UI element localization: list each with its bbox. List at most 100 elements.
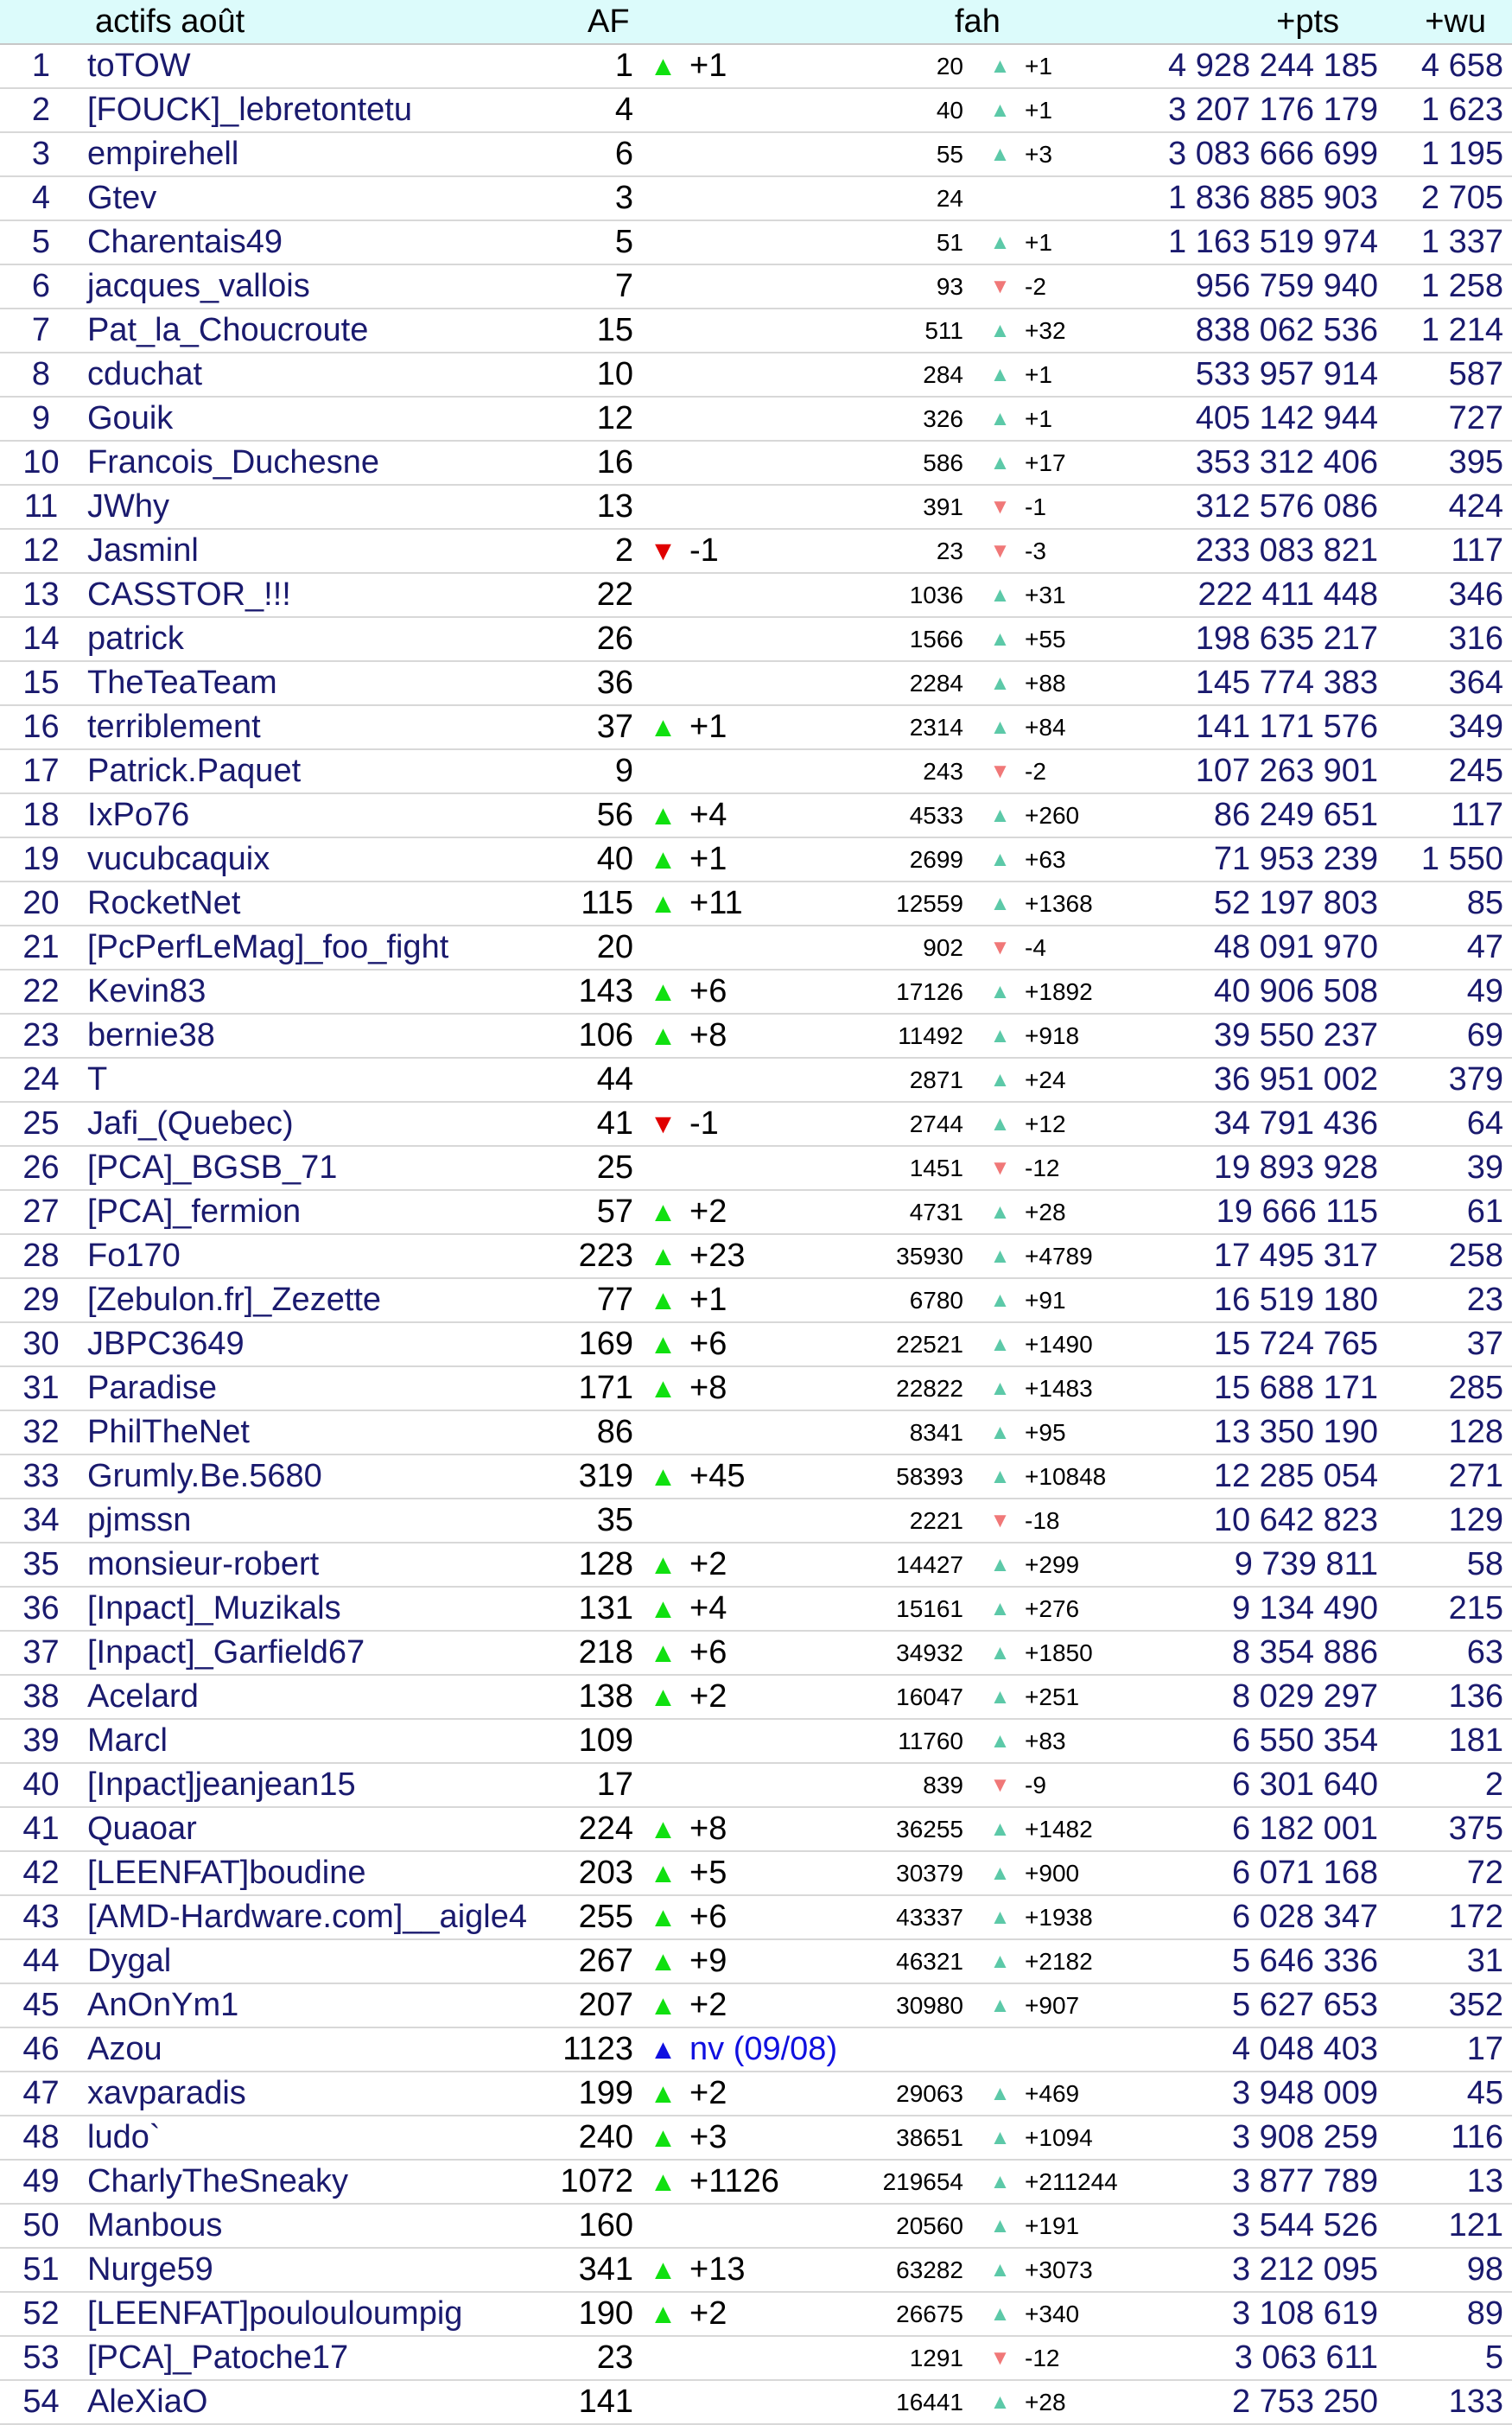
member-name-link[interactable]: Grumly.Be.5680 <box>82 1454 536 1499</box>
member-name-link[interactable]: terriblement <box>82 705 536 750</box>
table-row[interactable]: 2 [FOUCK]_lebretontetu 4 40 ▲ +1 3 207 176 179… <box>0 88 1512 133</box>
member-name-link[interactable]: jacques_vallois <box>82 264 536 309</box>
table-row[interactable]: 26 [PCA]_BGSB_71 25 1451 ▼ -12 19 893 928 39 <box>0 1146 1512 1191</box>
member-name-link[interactable]: CASSTOR_!!! <box>82 573 536 618</box>
member-name-link[interactable]: TheTeaTeam <box>82 661 536 706</box>
member-name-link[interactable]: empirehell <box>82 132 536 177</box>
member-name-link[interactable]: AleXiaO <box>82 2380 536 2425</box>
table-row[interactable]: 27 [PCA]_fermion 57 ▲ +2 4731 ▲ +28 19 666 115 61 <box>0 1190 1512 1235</box>
member-name-link[interactable]: Manbous <box>82 2204 536 2249</box>
member-name-link[interactable]: monsieur-robert <box>82 1543 536 1588</box>
member-name-link[interactable]: bernie38 <box>82 1014 536 1059</box>
table-row[interactable]: 30 JBPC3649 169 ▲ +6 22521 ▲ +1490 15 724 765 37 <box>0 1322 1512 1367</box>
header-af[interactable]: AF <box>536 0 816 45</box>
table-row[interactable]: 37 [Inpact]_Garfield67 218 ▲ +6 34932 ▲ +1850 8 … <box>0 1631 1512 1676</box>
member-name-link[interactable]: [Zebulon.fr]_Zezette <box>82 1278 536 1323</box>
member-name-link[interactable]: cduchat <box>82 353 536 398</box>
table-row[interactable]: 18 IxPo76 56 ▲ +4 4533 ▲ +260 86 249 651 117 <box>0 793 1512 838</box>
member-name-link[interactable]: Gtev <box>82 176 536 221</box>
member-name-link[interactable]: CharlyTheSneaky <box>82 2160 536 2205</box>
table-row[interactable]: 44 Dygal 267 ▲ +9 46321 ▲ +2182 5 646 336 31 <box>0 1939 1512 1984</box>
table-row[interactable]: 10 Francois_Duchesne 16 586 ▲ +17 353 312 406 3… <box>0 441 1512 486</box>
table-row[interactable]: 33 Grumly.Be.5680 319 ▲ +45 58393 ▲ +10848 12 28… <box>0 1454 1512 1499</box>
member-name-link[interactable]: PhilTheNet <box>82 1410 536 1455</box>
member-name-link[interactable]: JBPC3649 <box>82 1322 536 1367</box>
member-name-link[interactable]: Azou <box>82 2027 536 2072</box>
table-row[interactable]: 15 TheTeaTeam 36 2284 ▲ +88 145 774 383 364 <box>0 661 1512 706</box>
table-row[interactable]: 46 Azou 1123 ▲ nv (09/08) 4 048 403 17 <box>0 2027 1512 2072</box>
member-name-link[interactable]: RocketNet <box>82 882 536 926</box>
table-row[interactable]: 21 [PcPerfLeMag]_foo_fight 20 902 ▼ -4 48 091 … <box>0 926 1512 971</box>
table-row[interactable]: 11 JWhy 13 391 ▼ -1 312 576 086 424 <box>0 485 1512 530</box>
table-row[interactable]: 36 [Inpact]_Muzikals 131 ▲ +4 15161 ▲ +276 9 134… <box>0 1587 1512 1632</box>
table-row[interactable]: 29 [Zebulon.fr]_Zezette 77 ▲ +1 6780 ▲ +91 16 51… <box>0 1278 1512 1323</box>
table-row[interactable]: 38 Acelard 138 ▲ +2 16047 ▲ +251 8 029 297 136 <box>0 1675 1512 1720</box>
table-row[interactable]: 16 terriblement 37 ▲ +1 2314 ▲ +84 141 171 576 34… <box>0 705 1512 750</box>
table-row[interactable]: 17 Patrick.Paquet 9 243 ▼ -2 107 263 901 245 <box>0 749 1512 794</box>
member-name-link[interactable]: Charentais49 <box>82 220 536 265</box>
table-row[interactable]: 24 T 44 2871 ▲ +24 36 951 002 379 <box>0 1058 1512 1103</box>
table-row[interactable]: 42 [LEENFAT]boudine 203 ▲ +5 30379 ▲ +900 6 071 … <box>0 1851 1512 1896</box>
table-row[interactable]: 4 Gtev 3 24 1 836 885 903 2 705 <box>0 176 1512 221</box>
table-row[interactable]: 51 Nurge59 341 ▲ +13 63282 ▲ +3073 3 212 095 98 <box>0 2248 1512 2293</box>
table-row[interactable]: 14 patrick 26 1566 ▲ +55 198 635 217 316 <box>0 617 1512 662</box>
table-row[interactable]: 8 cduchat 10 284 ▲ +1 533 957 914 587 <box>0 353 1512 398</box>
member-name-link[interactable]: patrick <box>82 617 536 662</box>
table-row[interactable]: 45 AnOnYm1 207 ▲ +2 30980 ▲ +907 5 627 653 352 <box>0 1983 1512 2028</box>
table-row[interactable]: 43 [AMD-Hardware.com]__aigle4 255 ▲ +6 43337 ▲… <box>0 1895 1512 1940</box>
table-row[interactable]: 47 xavparadis 199 ▲ +2 29063 ▲ +469 3 948 009 45 <box>0 2072 1512 2116</box>
member-name-link[interactable]: pjmssn <box>82 1499 536 1543</box>
table-row[interactable]: 5 Charentais49 5 51 ▲ +1 1 163 519 974 1 337 <box>0 220 1512 265</box>
member-name-link[interactable]: Jafi_(Quebec) <box>82 1102 536 1147</box>
member-name-link[interactable]: Patrick.Paquet <box>82 749 536 794</box>
member-name-link[interactable]: Kevin83 <box>82 970 536 1015</box>
member-name-link[interactable]: Acelard <box>82 1675 536 1720</box>
member-name-link[interactable]: AnOnYm1 <box>82 1983 536 2028</box>
member-name-link[interactable]: JWhy <box>82 485 536 530</box>
member-name-link[interactable]: Gouik <box>82 397 536 442</box>
table-row[interactable]: 40 [Inpact]jeanjean15 17 839 ▼ -9 6 301 640 2 <box>0 1763 1512 1808</box>
table-row[interactable]: 34 pjmssn 35 2221 ▼ -18 10 642 823 129 <box>0 1499 1512 1543</box>
table-row[interactable]: 48 ludo` 240 ▲ +3 38651 ▲ +1094 3 908 259 116 <box>0 2116 1512 2161</box>
member-name-link[interactable]: [PCA]_BGSB_71 <box>82 1146 536 1191</box>
table-row[interactable]: 54 AleXiaO 141 16441 ▲ +28 2 753 250 133 <box>0 2380 1512 2425</box>
table-row[interactable]: 32 PhilTheNet 86 8341 ▲ +95 13 350 190 128 <box>0 1410 1512 1455</box>
table-row[interactable]: 20 RocketNet 115 ▲ +11 12559 ▲ +1368 52 197 803 8… <box>0 882 1512 926</box>
member-name-link[interactable]: [PCA]_fermion <box>82 1190 536 1235</box>
member-name-link[interactable]: Marcl <box>82 1719 536 1764</box>
member-name-link[interactable]: Quaoar <box>82 1807 536 1852</box>
table-row[interactable]: 35 monsieur-robert 128 ▲ +2 14427 ▲ +299 9 739 8… <box>0 1543 1512 1588</box>
table-row[interactable]: 25 Jafi_(Quebec) 41 ▼ -1 2744 ▲ +12 34 791 436 64 <box>0 1102 1512 1147</box>
table-row[interactable]: 19 vucubcaquix 40 ▲ +1 2699 ▲ +63 71 953 239 1 55… <box>0 837 1512 882</box>
member-name-link[interactable]: Francois_Duchesne <box>82 441 536 486</box>
table-row[interactable]: 50 Manbous 160 20560 ▲ +191 3 544 526 121 <box>0 2204 1512 2249</box>
table-row[interactable]: 6 jacques_vallois 7 93 ▼ -2 956 759 940 1 258 <box>0 264 1512 309</box>
member-name-link[interactable]: Paradise <box>82 1366 536 1411</box>
table-row[interactable]: 12 Jasminl 2 ▼ -1 23 ▼ -3 233 083 821 117 <box>0 529 1512 574</box>
table-row[interactable]: 49 CharlyTheSneaky 1072 ▲ +1126 219654 ▲ +21124… <box>0 2160 1512 2205</box>
member-name-link[interactable]: T <box>82 1058 536 1103</box>
member-name-link[interactable]: Pat_la_Choucroute <box>82 309 536 353</box>
table-row[interactable]: 23 bernie38 106 ▲ +8 11492 ▲ +918 39 550 237 69 <box>0 1014 1512 1059</box>
member-name-link[interactable]: [AMD-Hardware.com]__aigle4 <box>82 1895 536 1940</box>
member-name-link[interactable]: [PcPerfLeMag]_foo_fight <box>82 926 536 971</box>
table-row[interactable]: 52 [LEENFAT]poulouloumpig 190 ▲ +2 26675 ▲ +340… <box>0 2292 1512 2337</box>
table-row[interactable]: 22 Kevin83 143 ▲ +6 17126 ▲ +1892 40 906 508 49 <box>0 970 1512 1015</box>
member-name-link[interactable]: [Inpact]_Garfield67 <box>82 1631 536 1676</box>
member-name-link[interactable]: Nurge59 <box>82 2248 536 2293</box>
member-name-link[interactable]: [LEENFAT]poulouloumpig <box>82 2292 536 2337</box>
header-pts[interactable]: +pts <box>1140 0 1388 45</box>
table-row[interactable]: 9 Gouik 12 326 ▲ +1 405 142 944 727 <box>0 397 1512 442</box>
member-name-link[interactable]: [Inpact]jeanjean15 <box>82 1763 536 1808</box>
table-row[interactable]: 41 Quaoar 224 ▲ +8 36255 ▲ +1482 6 182 001 375 <box>0 1807 1512 1852</box>
table-row[interactable]: 39 Marcl 109 11760 ▲ +83 6 550 354 181 <box>0 1719 1512 1764</box>
table-row[interactable]: 1 toTOW 1 ▲ +1 20 ▲ +1 4 928 244 185 4 658 <box>0 44 1512 89</box>
member-name-link[interactable]: [LEENFAT]boudine <box>82 1851 536 1896</box>
header-wu[interactable]: +wu <box>1387 0 1512 45</box>
member-name-link[interactable]: toTOW <box>82 44 536 89</box>
header-fah[interactable]: fah <box>816 0 1020 45</box>
member-name-link[interactable]: Fo170 <box>82 1234 536 1279</box>
table-row[interactable]: 3 empirehell 6 55 ▲ +3 3 083 666 699 1 195 <box>0 132 1512 177</box>
table-row[interactable]: 28 Fo170 223 ▲ +23 35930 ▲ +4789 17 495 317 258 <box>0 1234 1512 1279</box>
member-name-link[interactable]: [FOUCK]_lebretontetu <box>82 88 536 133</box>
